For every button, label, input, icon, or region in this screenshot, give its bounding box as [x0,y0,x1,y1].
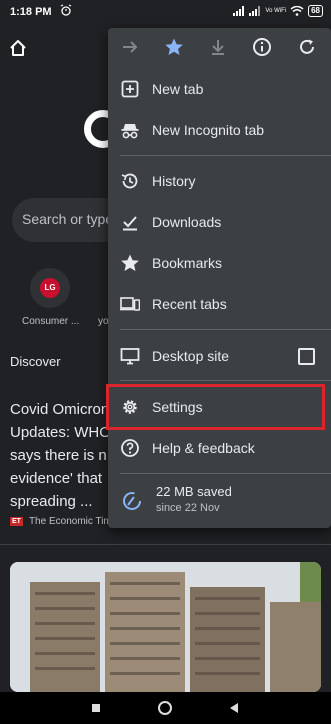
home-nav-icon[interactable] [157,700,173,716]
menu-item-history[interactable]: History [108,161,331,201]
menu-item-desktop-site[interactable]: Desktop site [108,336,331,376]
menu-item-label: Desktop site [152,348,230,364]
article-headline[interactable]: Covid Omicron Updates: WHO says there is… [10,398,120,513]
signal-icon-2 [249,6,261,16]
menu-item-label: Recent tabs [152,296,227,312]
shortcut-tile[interactable]: LG [30,268,70,308]
menu-item-help-feedback[interactable]: Help & feedback [108,428,331,468]
lg-logo: LG [40,278,60,298]
menu-separator [120,329,331,330]
menu-item-label: Bookmarks [152,255,223,271]
home-icon[interactable] [8,38,28,58]
network-label: Vo WiFi [265,8,287,14]
menu-item-data-saver[interactable]: 22 MB saved since 22 Nov [108,478,331,524]
menu-item-bookmarks[interactable]: Bookmarks [108,243,331,283]
headline-line: Updates: WHO [10,424,111,441]
history-icon [121,173,138,189]
menu-item-recent-tabs[interactable]: Recent tabs [108,284,331,324]
incognito-icon [121,124,139,139]
signal-icon [233,6,245,16]
overflow-menu: New tab New Incognito tab History Downlo… [108,28,331,528]
battery-indicator: 68 [308,5,323,17]
menu-item-new-tab[interactable]: New tab [108,69,331,109]
menu-item-new-incognito-tab[interactable]: New Incognito tab [108,110,331,150]
desktop-icon [120,348,140,365]
divider [0,544,331,545]
source-badge: ET [10,517,23,526]
menu-item-label: History [152,173,196,189]
data-saved-since: since 22 Nov [156,502,220,514]
buildings-image [10,562,321,692]
search-placeholder: Search or type [22,211,114,227]
status-time: 1:18 PM [10,6,52,18]
bookmark-star-icon[interactable] [164,37,184,57]
shortcut-label: Consumer ... [22,316,80,327]
status-bar: 1:18 PM Vo WiFi 68 [0,0,331,26]
headline-line: says there is n [10,447,107,464]
desktop-site-checkbox[interactable] [298,348,315,365]
menu-item-downloads[interactable]: Downloads [108,202,331,242]
menu-item-label: New Incognito tab [152,122,265,138]
forward-icon[interactable] [120,37,140,57]
recents-icon[interactable] [88,700,104,716]
article-image[interactable] [10,562,321,692]
wifi-icon [290,6,304,16]
menu-item-label: Help & feedback [152,440,255,456]
settings-highlight-frame [106,384,325,430]
menu-separator [120,473,331,474]
data-saved-amount: 22 MB saved [156,484,232,499]
menu-toolbar [108,28,331,68]
downloads-icon [123,216,137,231]
refresh-icon[interactable] [297,37,317,57]
menu-item-label: Downloads [152,214,222,230]
info-icon[interactable] [252,37,272,57]
new-tab-icon [121,80,139,98]
menu-separator [120,155,331,156]
help-icon [121,439,139,457]
status-indicators: Vo WiFi 68 [233,5,323,17]
headline-line: evidence' that [10,470,103,487]
headline-line: Covid Omicron [10,401,110,418]
alarm-icon [60,4,72,16]
data-saver-icon [123,492,141,510]
recent-tabs-icon [120,297,140,311]
menu-separator [120,380,331,381]
back-icon[interactable] [226,700,242,716]
discover-label: Discover [10,354,61,369]
bookmarks-star-icon [121,254,139,271]
system-nav-bar [0,692,331,724]
download-icon[interactable] [208,37,228,57]
headline-line: spreading ... [10,493,93,510]
menu-item-label: New tab [152,81,204,97]
shortcut-label-2: yo [98,316,109,327]
